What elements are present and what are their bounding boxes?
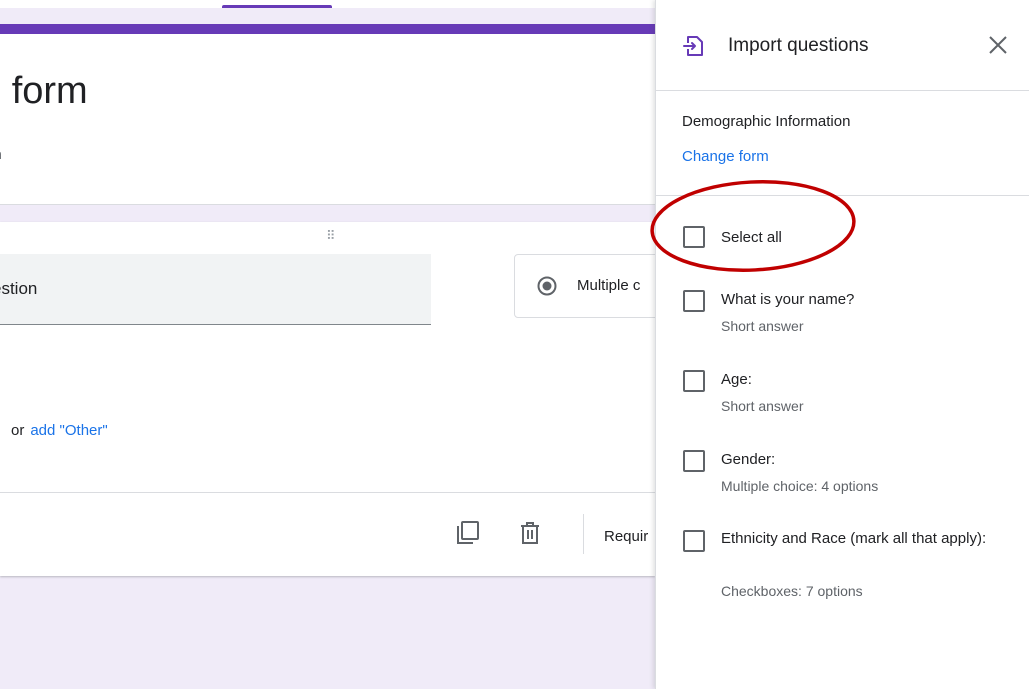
active-tab-indicator bbox=[222, 5, 332, 8]
question-item-type: Short answer bbox=[721, 398, 804, 414]
question-title-input[interactable]: estion bbox=[0, 254, 431, 325]
import-questions-panel: Import questions Demographic Information… bbox=[655, 0, 1029, 689]
select-all-checkbox[interactable] bbox=[683, 226, 705, 248]
header-accent-bar bbox=[0, 24, 655, 34]
change-form-link[interactable]: Change form bbox=[682, 148, 769, 165]
import-icon bbox=[683, 36, 703, 56]
question-item-title: Gender: bbox=[721, 451, 776, 468]
add-option-row: or add "Other" bbox=[11, 422, 108, 439]
add-other-link[interactable]: add "Other" bbox=[30, 422, 107, 439]
question-item-type: Multiple choice: 4 options bbox=[721, 478, 879, 494]
question-item-title: What is your name? bbox=[721, 291, 855, 308]
question-type-label: Multiple c bbox=[577, 277, 641, 294]
drag-handle-icon[interactable]: ⠿ bbox=[326, 228, 337, 244]
form-description[interactable]: n bbox=[0, 146, 2, 162]
question-checkbox[interactable] bbox=[683, 450, 705, 472]
delete-icon[interactable] bbox=[519, 521, 541, 545]
close-icon[interactable] bbox=[987, 34, 1009, 56]
radio-button-icon bbox=[537, 276, 557, 296]
question-item-title: Ethnicity and Race (mark all that apply)… bbox=[721, 530, 987, 547]
panel-divider bbox=[656, 195, 1029, 196]
duplicate-icon[interactable] bbox=[455, 520, 481, 546]
question-checkbox[interactable] bbox=[683, 530, 705, 552]
source-form-title: Demographic Information bbox=[682, 113, 851, 130]
question-checkbox[interactable] bbox=[683, 370, 705, 392]
form-title[interactable]: d form bbox=[0, 70, 88, 113]
question-title-text: estion bbox=[0, 279, 38, 298]
required-toggle-label[interactable]: Requir bbox=[604, 528, 648, 545]
card-footer-divider bbox=[0, 492, 655, 493]
panel-title: Import questions bbox=[728, 35, 869, 56]
question-item-title: Age: bbox=[721, 371, 752, 388]
question-item-type: Checkboxes: 7 options bbox=[721, 583, 863, 599]
panel-header: Import questions bbox=[656, 0, 1029, 91]
question-checkbox[interactable] bbox=[683, 290, 705, 312]
question-card[interactable]: ⠿ estion Multiple c or add "Other" Requir bbox=[0, 222, 686, 576]
question-item-type: Short answer bbox=[721, 318, 804, 334]
or-text: or bbox=[11, 422, 25, 439]
select-all-label[interactable]: Select all bbox=[721, 226, 1006, 249]
form-header-card: d form n bbox=[0, 24, 655, 205]
footer-vertical-divider bbox=[583, 514, 584, 554]
